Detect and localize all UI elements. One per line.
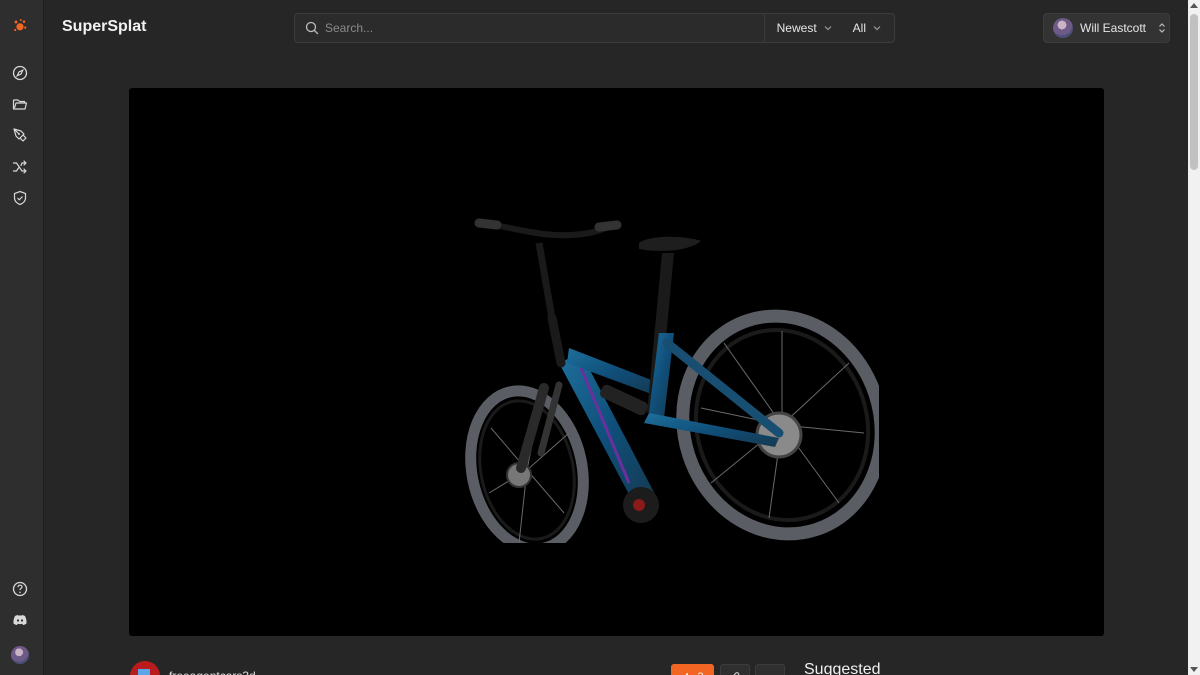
scrollbar-thumb[interactable] <box>1190 14 1198 170</box>
user-avatar[interactable] <box>10 645 30 665</box>
search-icon <box>305 21 319 35</box>
like-count: 3 <box>697 671 703 675</box>
share-button[interactable] <box>720 664 750 675</box>
splat-viewer-canvas[interactable] <box>129 88 1104 636</box>
chevron-down-icon <box>824 26 832 31</box>
folder-icon[interactable] <box>10 94 30 114</box>
sort-dropdown-label: Newest <box>776 21 817 35</box>
category-dropdown-label: All <box>852 21 866 35</box>
more-options-button[interactable] <box>755 664 785 675</box>
shield-icon[interactable] <box>10 188 30 208</box>
user-name: Will Eastcott <box>1080 21 1147 35</box>
user-menu-button[interactable]: Will Eastcott <box>1043 13 1170 43</box>
supersplat-logo-icon[interactable] <box>10 16 30 36</box>
search-bar: Newest All <box>294 13 895 43</box>
help-icon[interactable] <box>10 579 30 599</box>
shuffle-icon[interactable] <box>10 157 30 177</box>
scroll-up-arrow-icon[interactable] <box>1190 3 1198 8</box>
category-dropdown[interactable]: All <box>845 14 894 42</box>
chevron-updown-icon <box>1159 23 1165 33</box>
more-icon <box>764 671 776 675</box>
user-avatar <box>1053 18 1073 38</box>
link-icon <box>733 672 740 675</box>
search-input[interactable] <box>319 14 764 42</box>
explore-icon[interactable] <box>10 63 30 83</box>
suggested-heading: Suggested <box>804 661 881 675</box>
thumbs-up-icon <box>685 672 689 675</box>
creator-avatar[interactable] <box>130 661 160 675</box>
creator-name[interactable]: freeagentcars3d <box>169 669 256 675</box>
chevron-down-icon <box>873 26 881 31</box>
app-title[interactable]: SuperSplat <box>62 18 146 36</box>
discord-icon[interactable] <box>10 610 30 630</box>
left-sidebar <box>0 0 44 675</box>
page-scrollbar[interactable] <box>1188 0 1200 675</box>
edit-pen-icon[interactable] <box>10 125 30 145</box>
sort-dropdown[interactable]: Newest <box>765 14 845 42</box>
like-button[interactable]: 3 <box>671 664 714 675</box>
bike-model-image <box>465 218 879 543</box>
scroll-down-arrow-icon[interactable] <box>1190 667 1198 672</box>
